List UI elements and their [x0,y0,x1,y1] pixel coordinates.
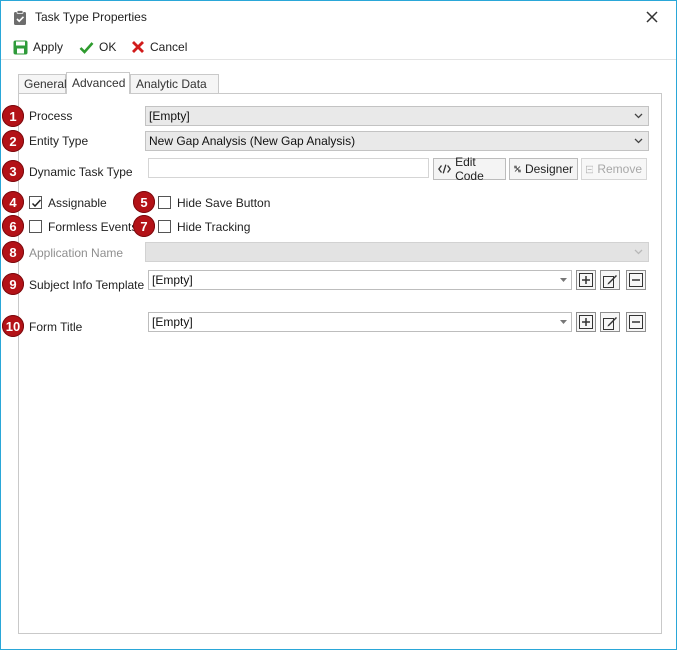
formless-events-checkbox[interactable] [29,220,42,233]
save-icon [13,40,28,54]
callout-badge-4: 4 [2,191,24,213]
edit-code-button[interactable]: Edit Code [433,155,506,183]
entity-type-label: Entity Type [29,134,89,148]
hide-tracking-label: Hide Tracking [177,220,251,234]
tab-analytic-data[interactable]: Analytic Data [130,74,219,93]
callout-badge-7: 7 [133,215,155,237]
tab-general[interactable]: General [18,74,67,93]
designer-label: Designer [524,162,573,176]
edit-pencil-icon [602,316,617,330]
application-name-dropdown[interactable] [145,242,649,262]
cancel-button[interactable]: Cancel [131,38,187,56]
plus-box-icon [579,315,593,329]
chevron-down-icon [634,249,643,255]
toolbar: Apply OK Cancel [1,34,676,60]
hide-save-button-checkbox[interactable] [158,196,171,209]
assignable-label: Assignable [48,196,107,210]
callout-badge-3: 3 [2,160,24,182]
assignable-checkbox[interactable] [29,196,42,209]
checkmark-icon [79,41,94,54]
subject-info-template-dropdown[interactable]: [Empty] [148,270,572,290]
subject-info-template-label: Subject Info Template [29,278,145,292]
dynamic-task-type-input[interactable] [148,158,429,178]
callout-badge-10: 10 [2,315,24,337]
callout-badge-5: 5 [133,191,155,213]
subject-info-template-value: [Empty] [152,273,193,287]
formless-events-label: Formless Events [48,220,138,234]
callout-badge-1: 1 [2,105,24,127]
designer-button[interactable]: Designer [509,158,578,180]
ok-label: OK [99,40,117,54]
form-title-label: Form Title [29,320,83,334]
form-title-add-button[interactable] [576,312,596,332]
form-title-edit-button[interactable] [600,312,620,332]
checkmark-icon [31,199,42,208]
tab-advanced[interactable]: Advanced [66,72,130,94]
edit-code-label: Edit Code [455,155,484,183]
form-title-remove-button[interactable] [626,312,646,332]
form-title-dropdown[interactable]: [Empty] [148,312,572,332]
title-bar: Task Type Properties [1,1,676,33]
subject-info-remove-button[interactable] [626,270,646,290]
code-icon [438,164,452,174]
chevron-down-icon [634,138,643,144]
cancel-x-icon [132,41,144,53]
callout-badge-6: 6 [2,215,24,237]
process-label: Process [29,109,73,123]
process-dropdown[interactable]: [Empty] [145,106,649,126]
plus-box-icon [579,273,593,287]
entity-type-value: New Gap Analysis (New Gap Analysis) [149,134,356,148]
cancel-label: Cancel [150,40,188,54]
callout-badge-8: 8 [2,241,24,263]
application-name-label: Application Name [29,246,124,260]
minus-box-icon [629,273,643,287]
task-type-properties-window: Task Type Properties Apply OK Cancel Gen… [0,0,677,650]
subject-info-add-button[interactable] [576,270,596,290]
minus-box-icon [629,315,643,329]
minus-box-icon [586,165,594,173]
designer-tools-icon [514,165,521,173]
callout-badge-9: 9 [2,273,24,295]
apply-label: Apply [33,40,64,54]
apply-button[interactable]: Apply [13,38,63,56]
caret-down-icon [560,278,567,282]
remove-button[interactable]: Remove [581,158,647,180]
clipboard-check-icon [14,10,26,25]
hide-save-button-label: Hide Save Button [177,196,271,210]
form-title-value: [Empty] [152,315,193,329]
ok-button[interactable]: OK [79,38,116,56]
callout-badge-2: 2 [2,130,24,152]
close-icon[interactable] [644,9,660,25]
caret-down-icon [560,320,567,324]
dynamic-task-type-label: Dynamic Task Type [29,165,133,179]
hide-tracking-checkbox[interactable] [158,220,171,233]
chevron-down-icon [634,113,643,119]
remove-label: Remove [597,162,642,176]
subject-info-edit-button[interactable] [600,270,620,290]
entity-type-dropdown[interactable]: New Gap Analysis (New Gap Analysis) [145,131,649,151]
process-value: [Empty] [149,109,190,123]
window-title: Task Type Properties [35,10,147,24]
edit-pencil-icon [602,274,617,288]
